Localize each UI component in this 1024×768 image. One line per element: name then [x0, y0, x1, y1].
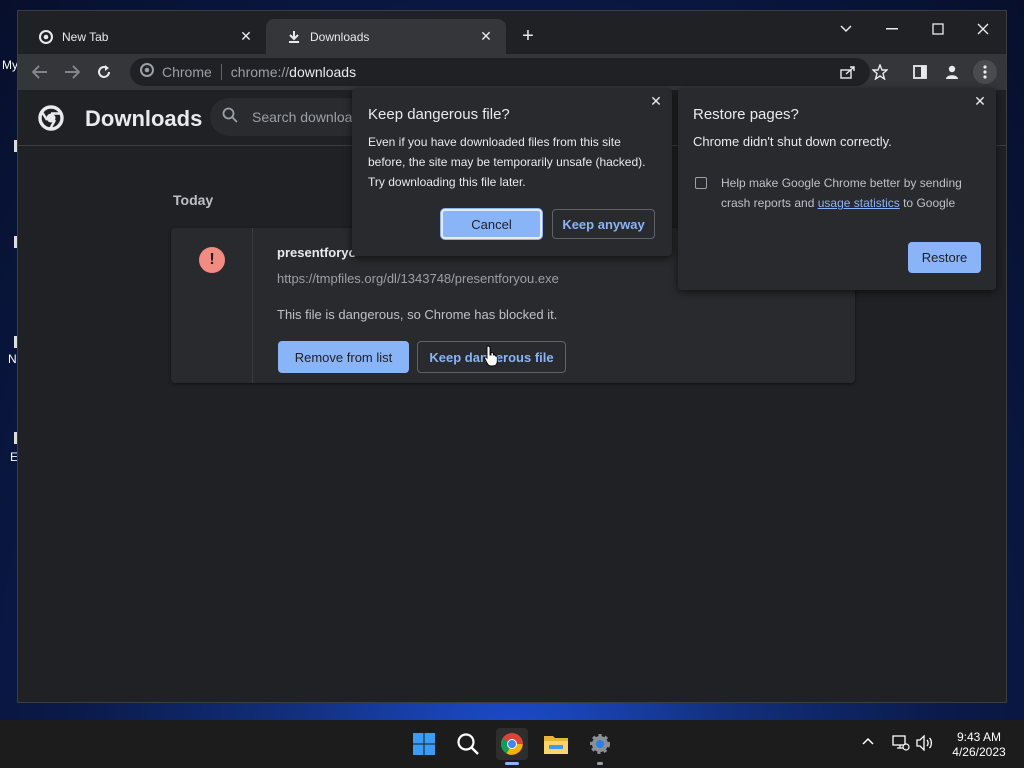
danger-warning-icon: !	[199, 247, 225, 273]
dialog-title: Restore pages?	[693, 106, 799, 123]
chrome-logo-icon	[38, 105, 64, 131]
file-explorer-icon[interactable]	[540, 728, 572, 760]
dialog-body-line: Even if you have downloaded files from t…	[368, 135, 621, 149]
tab-title: New Tab	[62, 29, 109, 44]
dialog-body-line: Try downloading this file later.	[368, 175, 526, 189]
chrome-icon	[38, 29, 54, 45]
usage-statistics-link[interactable]: usage statistics	[818, 196, 900, 210]
desktop-icon-label: My	[2, 58, 18, 72]
download-url[interactable]: https://tmpfiles.org/dl/1343748/presentf…	[277, 271, 559, 286]
reload-icon[interactable]	[92, 60, 116, 84]
new-tab-button[interactable]: +	[518, 26, 538, 47]
start-windows-icon[interactable]	[408, 728, 440, 760]
tab-search-chevron-icon[interactable]	[824, 17, 868, 41]
download-status: This file is dangerous, so Chrome has bl…	[277, 307, 558, 322]
system-clock[interactable]: 9:43 AM 4/26/2023	[946, 730, 1012, 760]
close-tab-icon[interactable]: ✕	[478, 28, 494, 45]
share-icon[interactable]	[836, 60, 860, 84]
settings-gear-icon[interactable]	[584, 728, 616, 765]
url-path: downloads	[289, 64, 357, 80]
hand-cursor-icon	[484, 345, 498, 367]
checkbox-label: Help make Google Chrome better by sendin…	[721, 173, 962, 213]
side-panel-icon[interactable]	[908, 60, 932, 84]
download-filename[interactable]: presentforyou.exe	[277, 245, 357, 260]
desktop-icon[interactable]	[0, 236, 18, 248]
forward-arrow-icon[interactable]	[60, 60, 84, 84]
omnibox-separator	[220, 64, 222, 80]
profile-icon[interactable]	[940, 60, 964, 84]
toolbar: Chrome chrome:// downloads	[18, 54, 1006, 90]
omnibox-site-chip: Chrome	[162, 64, 212, 80]
keep-anyway-button[interactable]: Keep anyway	[552, 209, 655, 239]
close-window-button[interactable]	[961, 17, 1005, 41]
tab-new-tab[interactable]: New Tab ✕	[18, 19, 266, 54]
tab-downloads[interactable]: Downloads ✕	[266, 19, 506, 54]
running-indicator	[505, 762, 519, 765]
running-indicator	[597, 762, 603, 765]
chrome-taskbar-icon[interactable]	[496, 728, 528, 765]
tab-strip: New Tab ✕ Downloads ✕ +	[18, 11, 1006, 54]
remove-from-list-button[interactable]: Remove from list	[278, 341, 409, 373]
taskbar: 9:43 AM 4/26/2023	[0, 720, 1024, 768]
date-group-label: Today	[173, 192, 214, 208]
dialog-title: Keep dangerous file?	[368, 106, 510, 123]
back-arrow-icon[interactable]	[28, 60, 52, 84]
close-icon[interactable]: ✕	[972, 93, 988, 109]
restore-pages-dialog: Restore pages? ✕ Chrome didn't shut down…	[678, 88, 996, 290]
crash-report-checkbox[interactable]	[695, 177, 707, 189]
download-icon-column: !	[171, 228, 253, 383]
close-icon[interactable]: ✕	[648, 93, 664, 109]
checkbox-label-text: to Google	[899, 196, 956, 210]
network-icon[interactable]	[892, 735, 910, 754]
url-scheme: chrome://	[230, 64, 290, 80]
clock-time: 9:43 AM	[956, 730, 1002, 744]
dialog-subtitle: Chrome didn't shut down correctly.	[693, 134, 892, 149]
dialog-body: Even if you have downloaded files from t…	[368, 132, 645, 192]
address-bar[interactable]: Chrome chrome:// downloads	[130, 58, 870, 86]
tab-title: Downloads	[310, 29, 370, 44]
checkbox-label-line: Help make Google Chrome better by sendin…	[721, 176, 962, 190]
minimize-button[interactable]	[870, 17, 914, 41]
maximize-button[interactable]	[916, 17, 960, 41]
desktop-icon[interactable]	[0, 140, 18, 152]
chevron-up-icon[interactable]	[862, 734, 874, 748]
search-icon	[222, 107, 238, 128]
restore-button[interactable]: Restore	[908, 242, 981, 273]
page-title: Downloads	[85, 106, 203, 131]
close-tab-icon[interactable]: ✕	[238, 28, 254, 45]
volume-icon[interactable]	[916, 734, 934, 754]
checkbox-label-text: crash reports and	[721, 196, 818, 210]
keep-dangerous-file-dialog: Keep dangerous file? ✕ Even if you have …	[352, 88, 672, 256]
dialog-body-line: before, the site may be temporarily unsa…	[368, 155, 646, 169]
clock-date: 4/26/2023	[952, 745, 1006, 759]
desktop-icon[interactable]: N	[0, 336, 18, 366]
desktop-icon-label: N	[8, 352, 17, 366]
bookmark-star-icon[interactable]	[868, 60, 892, 84]
cancel-button[interactable]: Cancel	[441, 209, 542, 239]
desktop-icon[interactable]: E	[0, 432, 18, 464]
chrome-icon	[140, 62, 154, 82]
search-icon[interactable]	[452, 728, 484, 760]
kebab-menu-icon[interactable]	[973, 60, 997, 84]
download-icon	[286, 29, 302, 45]
checkbox-label-line: crash reports and usage statistics to Go…	[721, 193, 962, 213]
